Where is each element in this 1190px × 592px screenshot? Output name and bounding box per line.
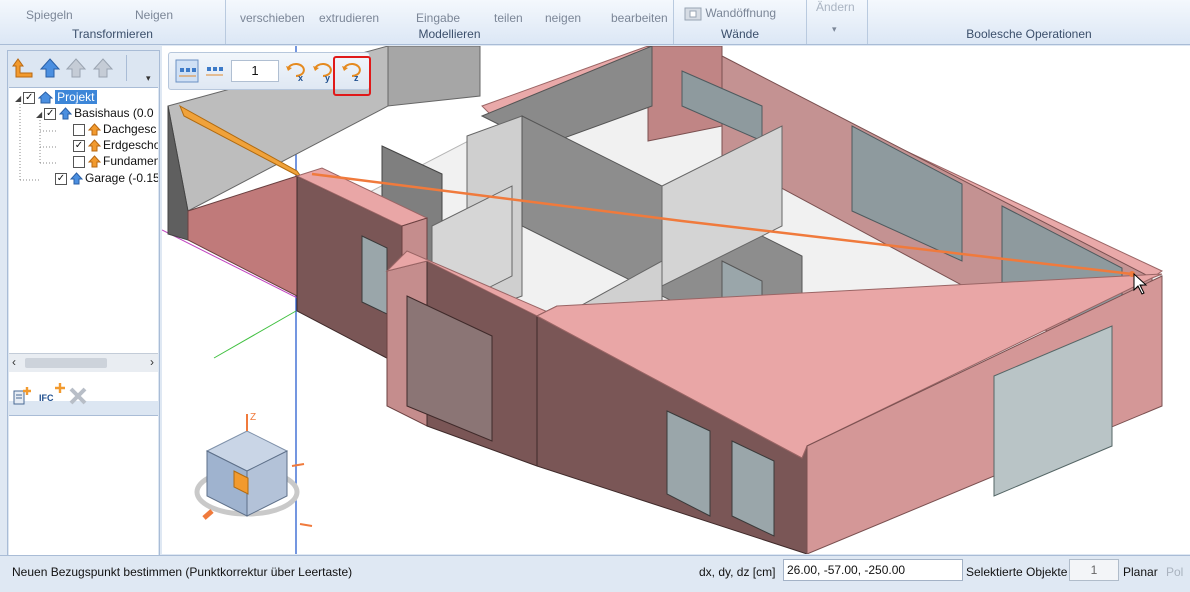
ribbon-group-modellieren: verschieben extrudieren Eingabe teilen n… bbox=[226, 0, 674, 44]
svg-text:z: z bbox=[354, 73, 359, 83]
tree-item-dachgeschoss[interactable]: Dachgesc bbox=[73, 122, 156, 138]
snap-mode-2-icon[interactable] bbox=[202, 59, 226, 83]
expand-icon[interactable]: ◢ bbox=[15, 94, 21, 103]
scroll-right-icon[interactable]: › bbox=[150, 355, 154, 369]
tree-item-garage[interactable]: ✓ Garage (-0.150 bbox=[55, 171, 158, 187]
project-panel: ▾ ◢ ✓ Projekt ◢ ✓ Basishaus (0.0 Dachgesc ✓ E… bbox=[7, 50, 160, 556]
tree-label-projekt: Projekt bbox=[55, 90, 97, 104]
snap-mode-1-icon[interactable] bbox=[175, 59, 199, 83]
rotate-x-icon[interactable]: x bbox=[283, 59, 307, 83]
wall-opening-icon bbox=[684, 7, 702, 21]
3d-viewport[interactable]: Z 1 x y z bbox=[162, 46, 1190, 554]
properties-box bbox=[9, 415, 158, 555]
tree-item-basishaus[interactable]: ◢ ✓ Basishaus (0.0 bbox=[36, 106, 154, 122]
project-navbar: ▾ bbox=[8, 51, 159, 87]
verschieben-button[interactable]: verschieben bbox=[240, 11, 305, 25]
eingabe-button[interactable]: Eingabe bbox=[416, 11, 460, 25]
wandoeffnung-button[interactable]: Wandöffnung bbox=[684, 6, 776, 21]
aendern-dropdown-icon[interactable]: ▾ bbox=[832, 24, 837, 35]
tree-item-erdgeschoss[interactable]: ✓ Erdgescho bbox=[73, 138, 158, 154]
navbar-overflow-icon[interactable]: ▾ bbox=[146, 73, 151, 84]
delete-icon[interactable] bbox=[68, 386, 88, 406]
checkbox-fundament[interactable] bbox=[73, 155, 85, 168]
tree-label-garage: Garage (-0.150 bbox=[85, 171, 158, 185]
model-3d-view[interactable]: Z bbox=[162, 46, 1190, 554]
checkbox-garage[interactable]: ✓ bbox=[55, 172, 67, 185]
building-icon bbox=[70, 172, 83, 185]
coord-input[interactable]: 26.00, -57.00, -250.00 bbox=[783, 559, 963, 581]
storey-icon bbox=[88, 155, 101, 168]
tree-item-fundament[interactable]: Fundamen bbox=[73, 154, 158, 170]
ribbon-group-boolesche: Boolesche Operationen bbox=[868, 0, 1190, 44]
wandoeffnung-label: Wandöffnung bbox=[705, 6, 777, 20]
expand-icon[interactable]: ◢ bbox=[36, 110, 42, 119]
extrudieren-button[interactable]: extrudieren bbox=[319, 11, 379, 25]
coord-label: dx, dy, dz [cm] bbox=[699, 565, 776, 579]
arrow-up-blue-icon[interactable] bbox=[39, 57, 61, 79]
view-z-letter: Z bbox=[250, 412, 256, 423]
group-label-boolesche: Boolesche Operationen bbox=[966, 27, 1092, 41]
arrow-up-gray-2-icon[interactable] bbox=[92, 57, 114, 79]
storey-icon bbox=[88, 139, 101, 152]
teilen-button[interactable]: teilen bbox=[494, 11, 523, 25]
scroll-thumb[interactable] bbox=[25, 358, 107, 368]
building-icon bbox=[59, 107, 73, 120]
ribbon-group-aendern: Ändern ▾ bbox=[807, 0, 868, 44]
storey-icon bbox=[88, 123, 101, 136]
ifc-import-button[interactable]: IFC bbox=[39, 393, 54, 403]
add-plus-icon bbox=[55, 383, 65, 393]
selected-objects-count: 1 bbox=[1069, 559, 1119, 581]
house-icon bbox=[38, 91, 54, 104]
tree-label-fundament: Fundamen bbox=[103, 154, 158, 168]
ifc-toolbar: IFC bbox=[8, 374, 159, 414]
group-label-transformieren: Transformieren bbox=[72, 27, 153, 41]
svg-text:y: y bbox=[325, 73, 330, 83]
planar-toggle[interactable]: Planar bbox=[1123, 565, 1158, 579]
selected-objects-label: Selektierte Objekte bbox=[966, 565, 1068, 579]
scroll-left-icon[interactable]: ‹ bbox=[12, 355, 16, 369]
group-label-waende: Wände bbox=[720, 27, 760, 41]
tree-label-dachgeschoss: Dachgesc bbox=[103, 122, 157, 136]
view-cube[interactable]: Z bbox=[194, 412, 313, 527]
polar-toggle[interactable]: Pol bbox=[1166, 565, 1183, 579]
status-bar: Neuen Bezugspunkt bestimmen (Punktkorrek… bbox=[0, 555, 1190, 592]
checkbox-dachgeschoss[interactable] bbox=[73, 123, 85, 136]
ribbon: Spiegeln Neigen Transformieren verschieb… bbox=[0, 0, 1190, 45]
rotate-y-icon[interactable]: y bbox=[310, 59, 334, 83]
navbar-divider bbox=[126, 55, 127, 81]
ribbon-group-waende: Wandöffnung Wände bbox=[674, 0, 807, 44]
checkbox-basishaus[interactable]: ✓ bbox=[44, 107, 57, 120]
group-label-modellieren: Modellieren bbox=[418, 27, 481, 41]
tree-label-erdgeschoss: Erdgescho bbox=[103, 138, 158, 152]
spiegeln-button[interactable]: Spiegeln bbox=[26, 8, 73, 22]
ribbon-group-transformieren: Spiegeln Neigen Transformieren bbox=[0, 0, 226, 44]
view-toolbar: 1 x y z bbox=[168, 52, 371, 96]
tree-horizontal-scrollbar[interactable]: ‹ › bbox=[9, 353, 158, 372]
checkbox-projekt[interactable]: ✓ bbox=[23, 91, 36, 104]
status-message: Neuen Bezugspunkt bestimmen (Punktkorrek… bbox=[12, 565, 353, 579]
view-rotate-handle[interactable] bbox=[202, 509, 214, 520]
neigen-modell-button[interactable]: neigen bbox=[545, 11, 581, 25]
tree-item-projekt[interactable]: ◢ ✓ Projekt bbox=[15, 90, 97, 106]
garage-back-block bbox=[387, 46, 481, 107]
svg-text:x: x bbox=[298, 73, 303, 83]
rotate-z-icon[interactable]: z bbox=[339, 59, 363, 83]
bearbeiten-button[interactable]: bearbeiten bbox=[611, 11, 668, 25]
add-layer-icon[interactable] bbox=[12, 386, 32, 406]
checkbox-erdgeschoss[interactable]: ✓ bbox=[73, 139, 85, 152]
level-up-orange-icon[interactable] bbox=[12, 57, 34, 79]
tree-label-basishaus: Basishaus (0.0 bbox=[74, 106, 154, 120]
step-input[interactable]: 1 bbox=[231, 60, 279, 82]
y-axis-line bbox=[213, 310, 297, 359]
neigen-button[interactable]: Neigen bbox=[135, 8, 173, 22]
arrow-up-gray-icon[interactable] bbox=[65, 57, 87, 79]
aendern-button[interactable]: Ändern bbox=[816, 0, 855, 14]
front-left-window bbox=[361, 235, 388, 315]
